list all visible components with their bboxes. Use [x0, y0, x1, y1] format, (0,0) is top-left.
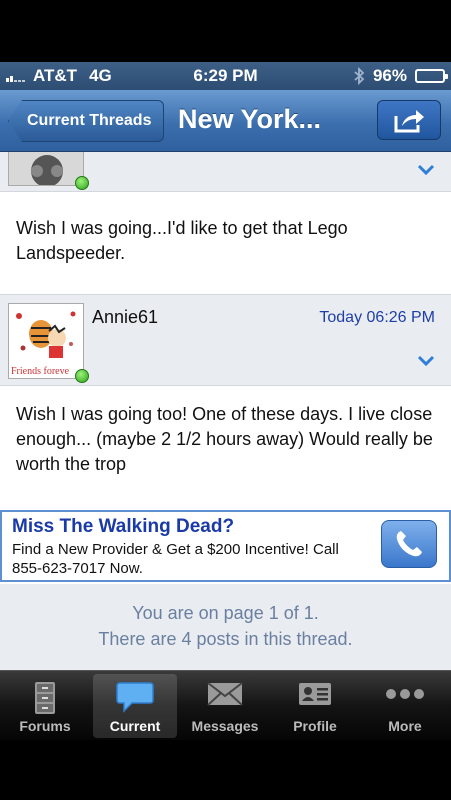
- battery-percent: 96%: [372, 66, 407, 85]
- post-username[interactable]: Annie61: [92, 307, 158, 328]
- avatar-caption: Friends foreve: [11, 366, 70, 377]
- avatar-image: [9, 152, 83, 185]
- post-body: Wish I was going too! One of these days.…: [0, 386, 451, 510]
- chat-bubble-icon: [116, 682, 154, 713]
- ad-text: Find a New Provider & Get a $200 Incenti…: [12, 541, 339, 577]
- share-button[interactable]: [377, 100, 441, 140]
- tab-bar: Forums Current Messages Profile More: [0, 670, 451, 740]
- ad-title: Miss The Walking Dead?: [12, 516, 235, 537]
- cabinet-icon: [35, 682, 55, 714]
- tab-label: Messages: [191, 718, 259, 734]
- chevron-down-icon[interactable]: [417, 164, 435, 176]
- envelope-icon: [207, 682, 243, 706]
- avatar[interactable]: [8, 152, 84, 186]
- id-card-icon: [299, 683, 331, 705]
- tab-current[interactable]: Current: [93, 674, 177, 738]
- status-right: 96%: [353, 66, 448, 86]
- post-text: Wish I was going...I'd like to get that …: [16, 218, 348, 263]
- screen: AT&T 4G 6:29 PM 96% Current Threads New …: [0, 0, 451, 800]
- phone-icon: [396, 531, 422, 557]
- chevron-down-icon[interactable]: [417, 355, 435, 367]
- post-header: [0, 152, 451, 192]
- tab-messages[interactable]: Messages: [183, 674, 267, 738]
- page-info-line1: You are on page 1 of 1.: [132, 603, 319, 623]
- thread-content[interactable]: Wish I was going...I'd like to get that …: [0, 152, 451, 670]
- ad-banner[interactable]: Miss The Walking Dead? Find a New Provid…: [0, 510, 451, 582]
- post-body: Wish I was going...I'd like to get that …: [0, 192, 451, 294]
- battery-icon: [415, 69, 448, 83]
- status-bar: AT&T 4G 6:29 PM 96%: [0, 62, 451, 90]
- pagination-info: You are on page 1 of 1. There are 4 post…: [0, 584, 451, 670]
- back-button[interactable]: Current Threads: [8, 100, 165, 142]
- page-title: New York...: [178, 104, 322, 134]
- avatar[interactable]: Friends foreve: [8, 303, 84, 379]
- page-info-line2: There are 4 posts in this thread.: [98, 629, 353, 649]
- tab-more[interactable]: More: [363, 674, 447, 738]
- tab-label: More: [388, 718, 422, 734]
- back-button-label: Current Threads: [27, 112, 152, 129]
- navigation-bar: Current Threads New York...: [0, 90, 451, 152]
- tab-label: Current: [109, 718, 161, 734]
- online-status-icon: [75, 369, 89, 383]
- call-button[interactable]: [381, 520, 437, 568]
- tab-label: Forums: [19, 718, 71, 734]
- bluetooth-icon: [354, 67, 365, 85]
- post-header: Friends foreve Annie61 Today 06:26 PM: [0, 294, 451, 386]
- tab-label: Profile: [293, 718, 337, 734]
- tab-forums[interactable]: Forums: [3, 674, 87, 738]
- post-timestamp: Today 06:26 PM: [319, 309, 435, 326]
- post-text: Wish I was going too! One of these days.…: [16, 404, 433, 474]
- online-status-icon: [75, 176, 89, 190]
- share-icon: [394, 110, 424, 133]
- tab-profile[interactable]: Profile: [273, 674, 357, 738]
- more-dots-icon: [386, 689, 424, 699]
